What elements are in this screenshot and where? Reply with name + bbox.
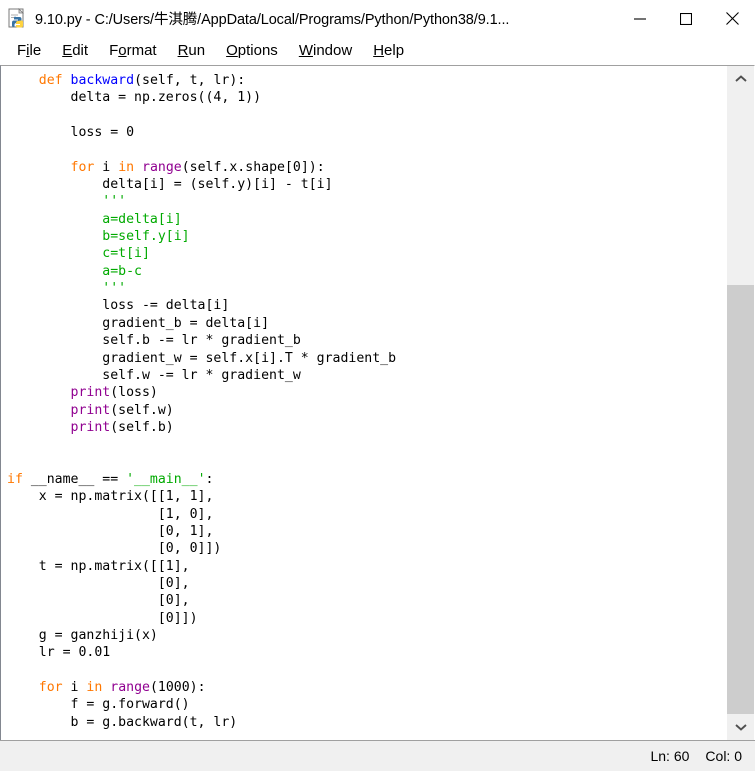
menu-bar: File Edit Format Run Options Window Help: [0, 37, 755, 65]
menu-label-format-post: rmat: [126, 42, 157, 59]
vertical-scrollbar[interactable]: [726, 66, 754, 740]
status-line-number: Ln: 60: [650, 748, 690, 764]
scroll-down-arrow-icon[interactable]: [727, 714, 754, 740]
menu-label-options-post: ptions: [237, 42, 278, 59]
menu-item-file[interactable]: File: [7, 40, 52, 61]
scrollbar-track[interactable]: [727, 92, 754, 714]
editor-area: def backward(self, t, lr): delta = np.ze…: [0, 65, 755, 740]
menu-item-options[interactable]: Options: [216, 40, 289, 61]
menu-label-window-post: indow: [312, 42, 353, 59]
menu-mnemonic-format: o: [118, 42, 127, 59]
scroll-up-arrow-icon[interactable]: [727, 66, 754, 92]
window-controls: [617, 0, 755, 37]
menu-item-format[interactable]: Format: [99, 40, 168, 61]
menu-label-format-pre: F: [109, 42, 119, 59]
code-text-widget[interactable]: def backward(self, t, lr): delta = np.ze…: [1, 66, 726, 740]
menu-item-run[interactable]: Run: [168, 40, 217, 61]
minimize-button[interactable]: [617, 0, 663, 37]
maximize-button[interactable]: [663, 0, 709, 37]
menu-label-help-post: elp: [384, 42, 405, 59]
menu-label-edit-post: dit: [72, 42, 89, 59]
scrollbar-thumb[interactable]: [727, 284, 754, 714]
menu-label-file-pre: F: [17, 42, 27, 59]
python-file-icon: [7, 7, 29, 30]
menu-mnemonic-help: H: [373, 42, 385, 59]
status-bar: Ln: 60 Col: 0: [0, 740, 755, 771]
menu-item-help[interactable]: Help: [363, 40, 415, 61]
menu-mnemonic-edit: E: [62, 42, 73, 59]
menu-item-edit[interactable]: Edit: [52, 40, 99, 61]
menu-label-file-post: le: [29, 42, 42, 59]
menu-mnemonic-window: W: [298, 42, 313, 59]
source-code[interactable]: def backward(self, t, lr): delta = np.ze…: [7, 72, 726, 731]
window-title: 9.10.py - C:/Users/牛淇腾/AppData/Local/Pro…: [35, 12, 510, 28]
menu-item-window[interactable]: Window: [289, 40, 363, 61]
close-button[interactable]: [709, 0, 755, 37]
menu-mnemonic-options: O: [226, 42, 238, 59]
idle-editor-window: 9.10.py - C:/Users/牛淇腾/AppData/Local/Pro…: [0, 0, 755, 771]
title-bar: 9.10.py - C:/Users/牛淇腾/AppData/Local/Pro…: [0, 0, 755, 37]
menu-label-run-post: un: [188, 42, 206, 59]
menu-mnemonic-run: R: [177, 42, 189, 59]
status-column-number: Col: 0: [705, 748, 742, 764]
